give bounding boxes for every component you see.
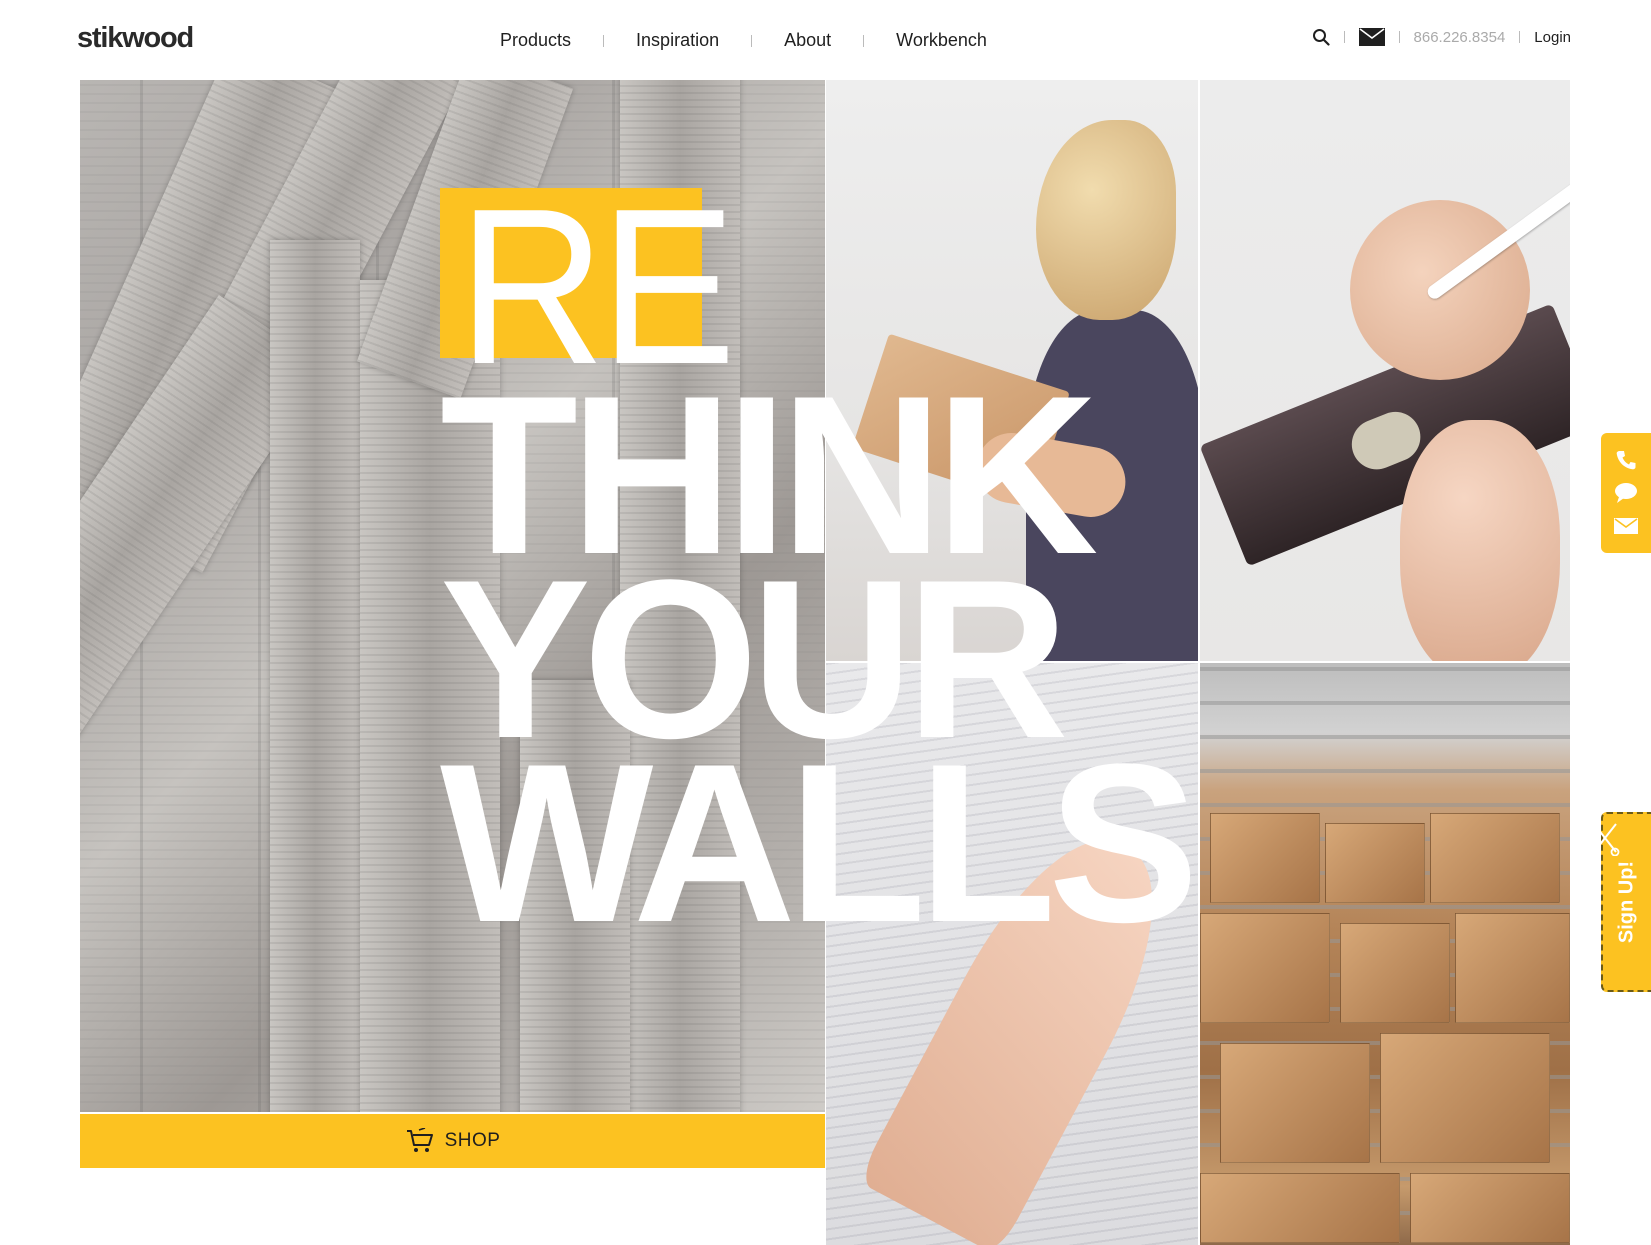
woman-hair <box>1036 120 1176 320</box>
cart-icon <box>405 1128 435 1154</box>
shop-label: SHOP <box>444 1130 501 1151</box>
search-icon[interactable] <box>1312 28 1330 46</box>
lumber-block <box>1410 1173 1570 1243</box>
contact-side-tab <box>1601 433 1651 553</box>
headline-walls: WALLS <box>440 716 1199 969</box>
lumber-block <box>1430 813 1560 903</box>
util-divider <box>1343 31 1345 43</box>
nav-products[interactable]: Products <box>500 30 571 51</box>
login-link[interactable]: Login <box>1534 29 1571 46</box>
hands-with-level-image <box>1200 80 1570 661</box>
phone-icon[interactable] <box>1611 447 1641 473</box>
shop-button[interactable]: SHOP <box>80 1114 825 1168</box>
lumber-block <box>1340 923 1450 1023</box>
nav-divider <box>863 34 865 47</box>
site-header: stikwood Products Inspiration About Work… <box>0 0 1651 80</box>
lumber-block <box>1200 1173 1400 1243</box>
nav-workbench[interactable]: Workbench <box>896 30 987 51</box>
lumber-block <box>1325 823 1425 903</box>
header-utilities: 866.226.8354 Login <box>1312 28 1571 46</box>
lumber-block <box>1380 1033 1550 1163</box>
signup-label: Sign Up! <box>1615 860 1638 944</box>
chat-icon[interactable] <box>1611 480 1641 506</box>
lumber-block <box>1210 813 1320 903</box>
lumber-block <box>1220 1043 1370 1163</box>
nav-divider <box>751 34 753 47</box>
wood-plank <box>270 240 360 1112</box>
stacked-lumber-image <box>1200 663 1570 1245</box>
main-nav: Products Inspiration About Workbench <box>500 30 987 51</box>
stikwood-logo[interactable]: stikwood <box>77 22 194 55</box>
lumber-block <box>1200 913 1330 1023</box>
hand-holding-level <box>1400 420 1560 661</box>
scissors-icon <box>1590 822 1620 861</box>
nav-about[interactable]: About <box>784 30 831 51</box>
nav-inspiration[interactable]: Inspiration <box>636 30 719 51</box>
mail-icon[interactable] <box>1611 513 1641 539</box>
phone-number[interactable]: 866.226.8354 <box>1414 29 1506 46</box>
lumber-block <box>1455 913 1570 1023</box>
util-divider <box>1519 31 1521 43</box>
nav-divider <box>603 34 605 47</box>
mail-icon[interactable] <box>1358 28 1385 46</box>
util-divider <box>1398 31 1400 43</box>
